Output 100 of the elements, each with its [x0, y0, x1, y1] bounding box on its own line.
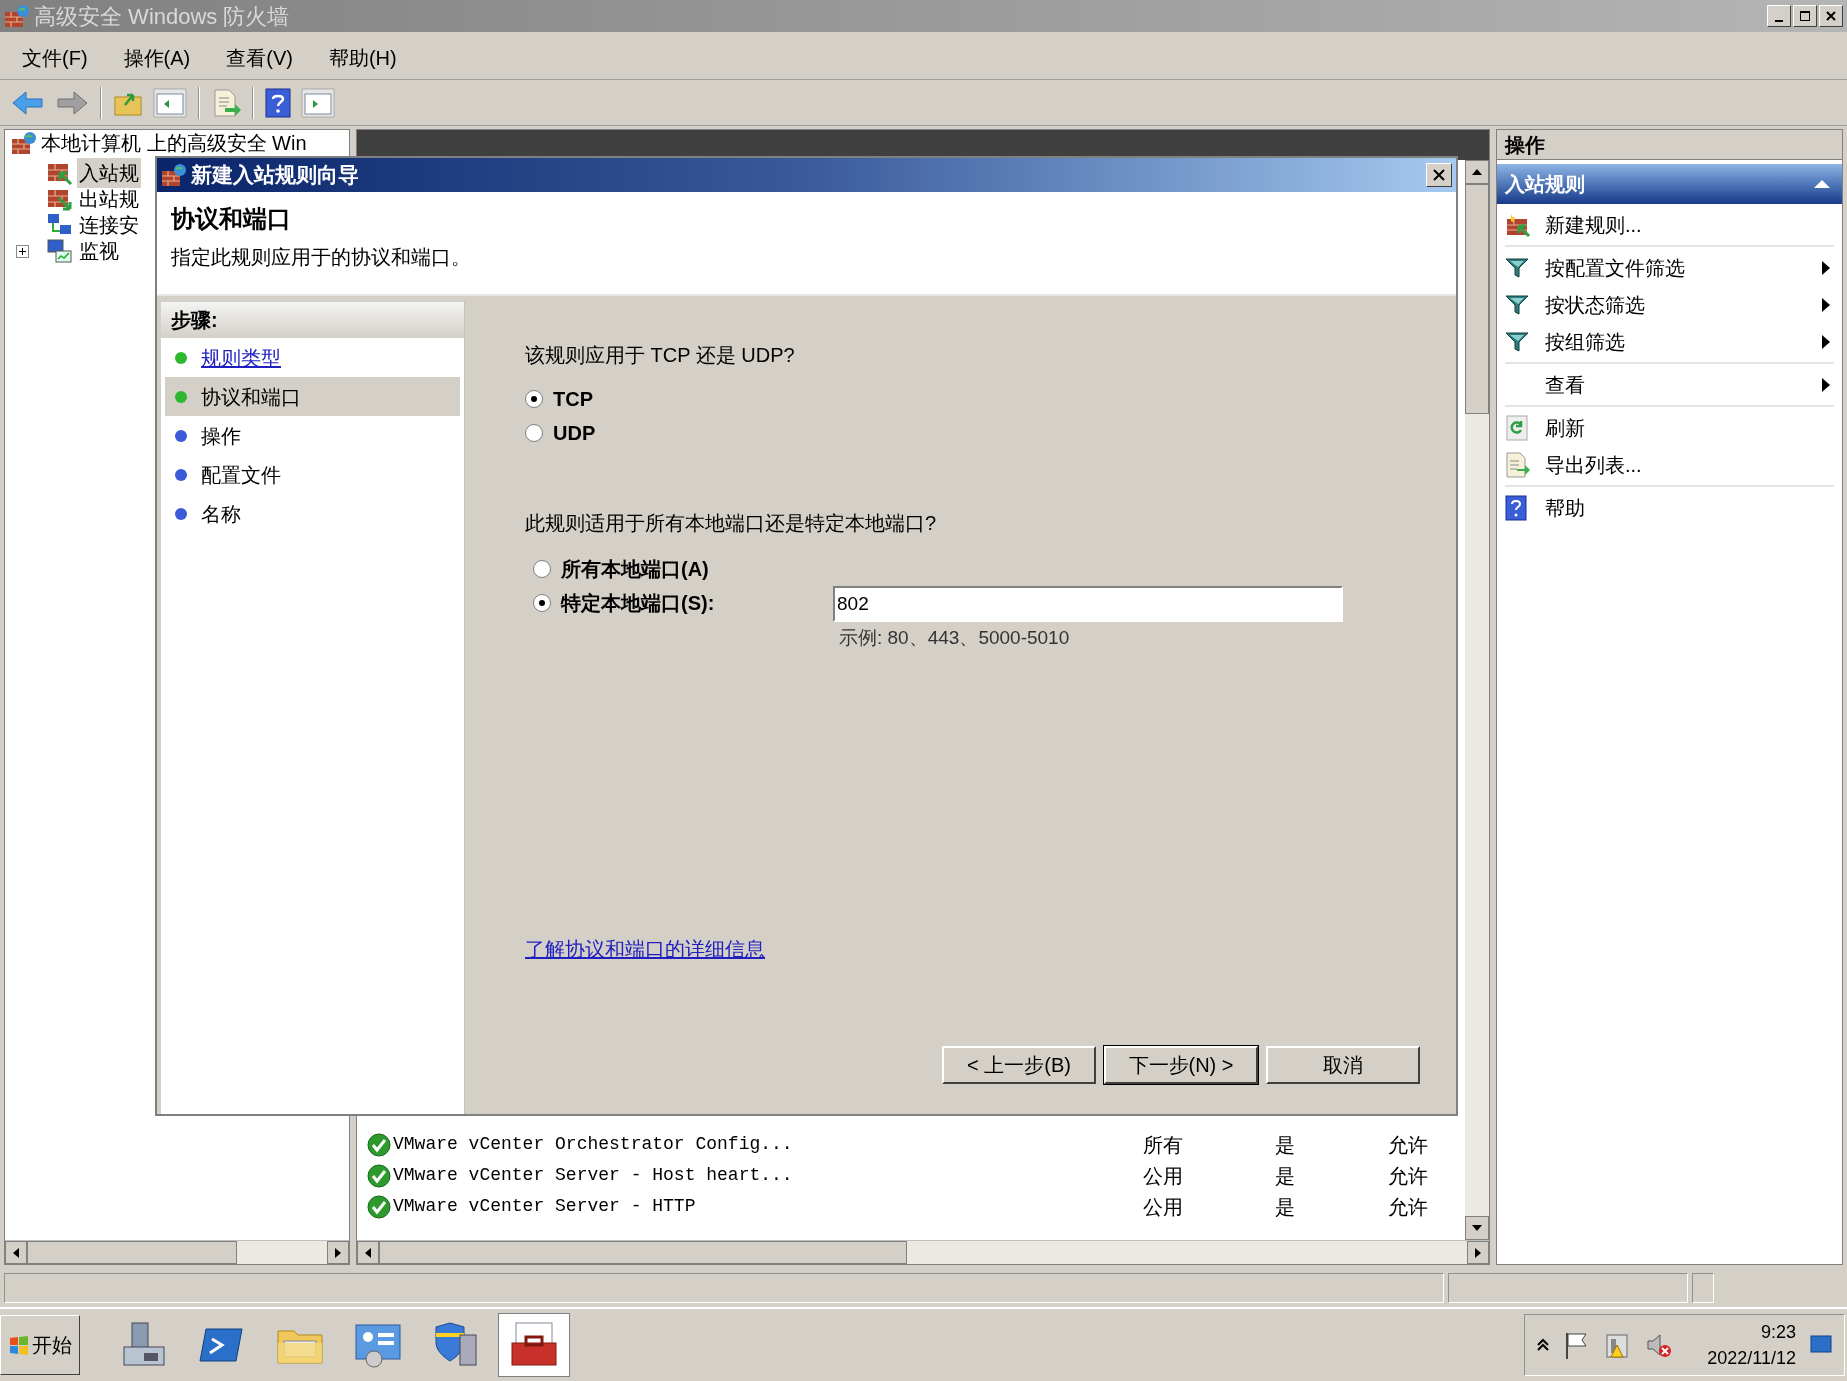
- close-icon: [1433, 169, 1445, 181]
- menu-item[interactable]: 文件(F): [12, 38, 98, 77]
- step-label: 协议和端口: [201, 384, 301, 410]
- start-button[interactable]: 开始: [0, 1315, 80, 1375]
- maximize-icon: [1799, 10, 1811, 22]
- maximize-button[interactable]: [1793, 5, 1817, 27]
- action-label: 新建规则...: [1545, 212, 1643, 238]
- radio-label: 所有本地端口(A): [561, 557, 709, 582]
- horizontal-scrollbar[interactable]: [357, 1240, 1489, 1264]
- table-cell-text: 公用: [1143, 1163, 1184, 1189]
- section-title: 入站规则: [1505, 172, 1586, 197]
- table-cell-text: 是: [1275, 1194, 1296, 1220]
- check-icon: [367, 1194, 391, 1219]
- scroll-left-icon[interactable]: [364, 1247, 372, 1258]
- help-link[interactable]: 了解协议和端口的详细信息: [525, 934, 765, 964]
- radio-button[interactable]: [533, 594, 551, 612]
- table-cell-text: 允许: [1388, 1194, 1428, 1220]
- action-item[interactable]: 按状态筛选: [1505, 286, 1834, 323]
- menu-item[interactable]: 操作(A): [113, 38, 201, 77]
- step-item[interactable]: 操作: [165, 416, 460, 455]
- table-cell-text: 所有: [1143, 1132, 1184, 1158]
- dialog-button[interactable]: < 上一步(B): [942, 1046, 1096, 1084]
- new-rule-icon: [1505, 212, 1531, 237]
- table-cell-text: 是: [1275, 1163, 1296, 1189]
- windows-logo-icon: [8, 1335, 30, 1355]
- back-icon: [11, 89, 45, 116]
- minimize-button[interactable]: [1767, 5, 1791, 27]
- close-button[interactable]: [1819, 5, 1843, 27]
- scroll-thumb[interactable]: [1465, 184, 1489, 414]
- scroll-right-icon[interactable]: [1474, 1247, 1482, 1258]
- action-item[interactable]: 刷新: [1505, 409, 1834, 446]
- refresh-icon: [1505, 414, 1529, 441]
- table-cell-text: VMware vCenter Server - Host heart...: [393, 1164, 794, 1187]
- step-item[interactable]: 规则类型: [165, 338, 460, 377]
- table-cell-text: 允许: [1388, 1163, 1428, 1189]
- action-label: 按状态筛选: [1545, 292, 1646, 318]
- help-icon: [1505, 494, 1527, 521]
- check-icon: [367, 1132, 391, 1157]
- step-item[interactable]: 配置文件: [165, 455, 460, 494]
- step-item[interactable]: 名称: [165, 494, 460, 533]
- radio-label: UDP: [553, 421, 596, 446]
- tree-item[interactable]: 入站规: [77, 158, 141, 188]
- horizontal-scrollbar[interactable]: [5, 1240, 349, 1264]
- action-item[interactable]: 按组筛选: [1505, 323, 1834, 360]
- radio-label: 特定本地端口(S):: [561, 591, 715, 616]
- flag-icon[interactable]: [1563, 1331, 1590, 1359]
- clock-time[interactable]: 9:23: [1760, 1319, 1796, 1345]
- step-label: 操作: [201, 423, 241, 449]
- port-input[interactable]: 802: [833, 586, 1343, 622]
- action-item[interactable]: 新建规则...: [1505, 206, 1834, 243]
- scroll-down-icon[interactable]: [1472, 1224, 1482, 1232]
- table-cell-text: 是: [1275, 1132, 1296, 1158]
- scroll-right-icon[interactable]: [334, 1247, 342, 1258]
- action-label: 刷新: [1545, 415, 1586, 441]
- action-item[interactable]: 按配置文件筛选: [1505, 249, 1834, 286]
- taskbar-button[interactable]: [498, 1313, 570, 1377]
- vertical-scrollbar[interactable]: [1465, 160, 1489, 1240]
- scroll-up-icon[interactable]: [1472, 168, 1482, 176]
- step-label: 名称: [201, 501, 241, 527]
- table-cell-text: 公用: [1143, 1194, 1184, 1220]
- close-button[interactable]: [1426, 163, 1452, 187]
- section-header[interactable]: 入站规则: [1497, 164, 1842, 204]
- table-cell-text: 允许: [1388, 1132, 1428, 1158]
- scroll-left-icon[interactable]: [12, 1247, 20, 1258]
- action-label: 按配置文件筛选: [1545, 255, 1686, 281]
- show-desktop-icon[interactable]: [1810, 1334, 1832, 1356]
- monitor-icon: [47, 239, 73, 263]
- action-item[interactable]: 导出列表...: [1505, 446, 1834, 483]
- status-field: [1692, 1273, 1714, 1303]
- question-text: 此规则适用于所有本地端口还是特定本地端口?: [525, 511, 938, 536]
- chevron-up-icon[interactable]: [1537, 1338, 1550, 1352]
- menu-item[interactable]: 查看(V): [216, 38, 303, 77]
- window-title: 高级安全 Windows 防火墙: [34, 2, 290, 31]
- clock-date[interactable]: 2022/11/12: [1707, 1345, 1796, 1371]
- action-item[interactable]: 查看: [1505, 366, 1834, 403]
- firewall-icon: [4, 4, 30, 28]
- steps-title: 步骤:: [161, 302, 464, 338]
- export-list-icon: [1505, 451, 1531, 478]
- question-text: 该规则应用于 TCP 还是 UDP?: [525, 343, 796, 368]
- dialog-title: 新建入站规则向导: [191, 162, 360, 189]
- close-icon: [1825, 10, 1837, 22]
- network-icon: [47, 213, 73, 237]
- help-icon: [265, 87, 291, 118]
- speaker-muted-icon[interactable]: [1645, 1331, 1674, 1359]
- radio-button[interactable]: [525, 424, 543, 442]
- expand-icon[interactable]: [15, 244, 29, 258]
- step-item[interactable]: 协议和端口: [165, 377, 460, 416]
- menu-item[interactable]: 帮助(H): [318, 38, 407, 77]
- action-item[interactable]: 帮助: [1505, 489, 1834, 526]
- scroll-thumb[interactable]: [379, 1241, 907, 1264]
- collapse-icon[interactable]: [1814, 179, 1830, 189]
- dialog-subtitle: 指定此规则应用于的协议和端口。: [171, 245, 472, 270]
- tree-item[interactable]: 本地计算机 上的高级安全 Win: [41, 131, 307, 155]
- radio-button[interactable]: [533, 560, 551, 578]
- dialog-button[interactable]: 取消: [1266, 1046, 1420, 1084]
- dialog-button[interactable]: 下一步(N) >: [1104, 1046, 1258, 1084]
- radio-button[interactable]: [525, 390, 543, 408]
- action-label: 查看: [1545, 372, 1586, 398]
- action-label: 导出列表...: [1545, 452, 1643, 478]
- scroll-thumb[interactable]: [27, 1241, 237, 1264]
